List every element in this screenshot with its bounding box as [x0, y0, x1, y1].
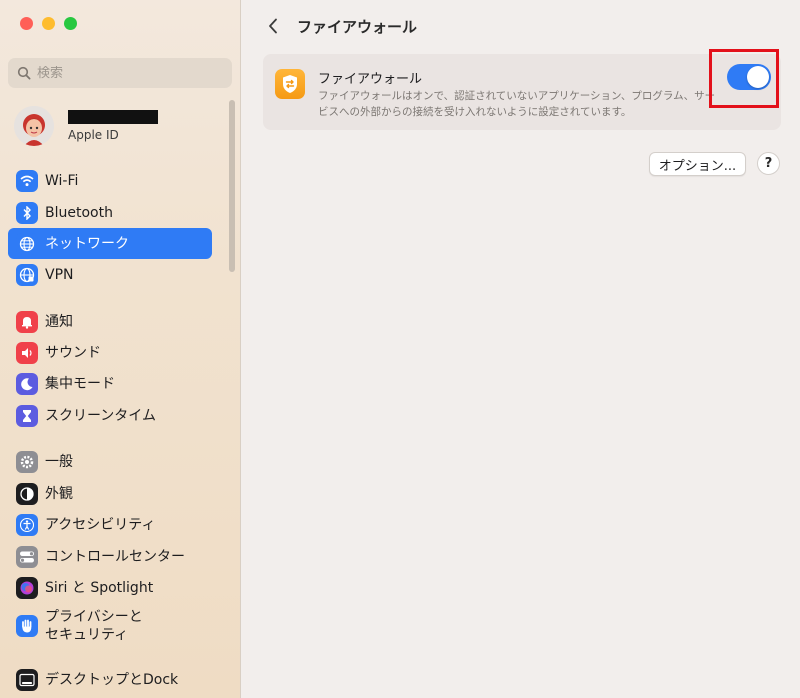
sidebar-item-general[interactable]: 一般: [8, 446, 212, 477]
sidebar: Apple ID Wi-Fi Bluetooth ネットワーク V: [0, 0, 241, 698]
apple-id-account[interactable]: Apple ID: [14, 103, 229, 149]
firewall-description: ファイアウォールはオンで、認証されていないアプリケーション、プログラム、サービス…: [318, 90, 716, 118]
vpn-globe-icon: [16, 263, 38, 286]
window-controls: [20, 17, 77, 30]
back-button[interactable]: [263, 14, 283, 38]
accessibility-icon: [16, 513, 38, 536]
gear-icon: [16, 450, 38, 473]
sidebar-item-control-center[interactable]: コントロールセンター: [8, 541, 212, 572]
sidebar-item-focus[interactable]: 集中モード: [8, 368, 212, 399]
sidebar-item-vpn[interactable]: VPN: [8, 259, 212, 290]
sidebar-item-screen-time[interactable]: スクリーンタイム: [8, 400, 212, 431]
dock-icon: [16, 668, 38, 691]
chevron-left-icon: [269, 18, 277, 34]
page-title: ファイアウォール: [297, 18, 418, 36]
options-button[interactable]: オプション...: [649, 152, 746, 176]
bell-icon: [16, 310, 38, 333]
sidebar-item-appearance[interactable]: 外観: [8, 478, 212, 509]
speaker-icon: [16, 341, 38, 364]
account-name-redacted: [68, 110, 158, 124]
search-field[interactable]: [8, 58, 232, 88]
firewall-icon: [275, 69, 305, 99]
sidebar-scrollbar[interactable]: [229, 100, 235, 272]
wifi-icon: [16, 169, 38, 192]
main-pane: ファイアウォール ファイアウォール ファイアウォールはオンで、認証されていないア…: [241, 0, 800, 698]
sidebar-item-network[interactable]: ネットワーク: [8, 228, 212, 259]
appearance-icon: [16, 482, 38, 505]
help-button[interactable]: ?: [757, 152, 780, 175]
sidebar-item-privacy-security[interactable]: プライバシーと セキュリティ: [8, 604, 212, 648]
firewall-panel: ファイアウォール ファイアウォールはオンで、認証されていないアプリケーション、プ…: [263, 54, 781, 130]
close-window-button[interactable]: [20, 17, 33, 30]
highlight-box: [709, 49, 779, 108]
sidebar-item-siri-spotlight[interactable]: Siri と Spotlight: [8, 572, 212, 603]
sidebar-item-wifi[interactable]: Wi-Fi: [8, 165, 212, 196]
firewall-title: ファイアウォール: [318, 72, 423, 87]
search-icon: [17, 66, 31, 80]
globe-icon: [16, 232, 38, 255]
sidebar-item-desktop-dock[interactable]: デスクトップとDock: [8, 664, 212, 695]
bluetooth-icon: [16, 201, 38, 224]
moon-icon: [16, 372, 38, 395]
search-input[interactable]: [37, 65, 217, 81]
toggles-icon: [16, 545, 38, 568]
hourglass-icon: [16, 404, 38, 427]
hand-icon: [16, 615, 38, 637]
zoom-window-button[interactable]: [64, 17, 77, 30]
sidebar-item-notifications[interactable]: 通知: [8, 306, 212, 337]
sidebar-item-bluetooth[interactable]: Bluetooth: [8, 197, 212, 228]
avatar: [14, 106, 54, 146]
sidebar-item-accessibility[interactable]: アクセシビリティ: [8, 509, 212, 540]
siri-icon: [16, 576, 38, 599]
minimize-window-button[interactable]: [42, 17, 55, 30]
account-subtitle: Apple ID: [68, 128, 119, 142]
sidebar-item-sound[interactable]: サウンド: [8, 337, 212, 368]
